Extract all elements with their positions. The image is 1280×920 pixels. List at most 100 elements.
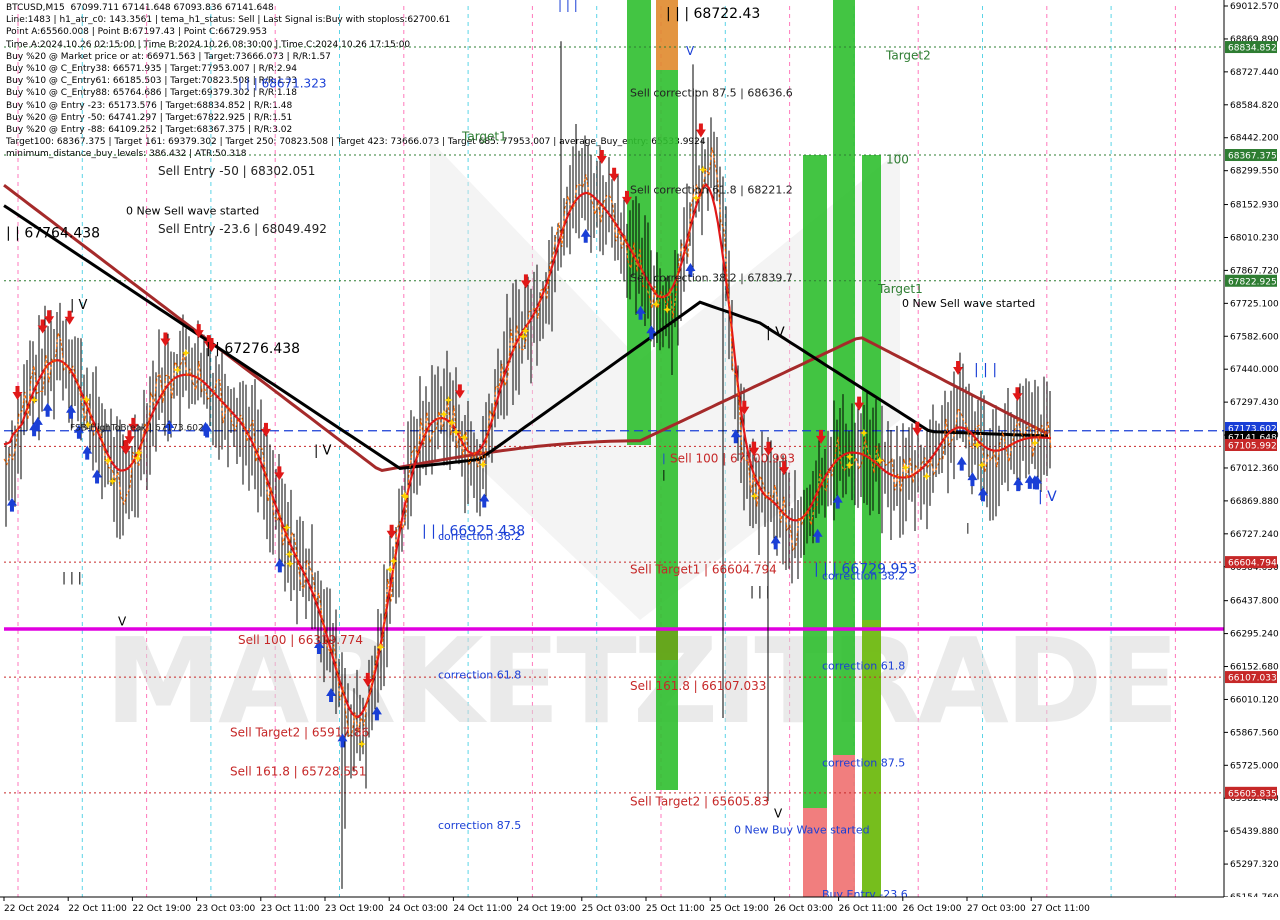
chart-annotation: | | 67764.438	[6, 226, 100, 242]
chart-annotation: Sell Entry -23.6 | 68049.492	[158, 222, 327, 236]
x-tick-label: 24 Oct 03:00	[389, 904, 448, 914]
buy-arrow	[977, 487, 988, 502]
sell-arrow	[596, 150, 607, 165]
x-tick-label: 22 Oct 11:00	[68, 904, 127, 914]
chart-annotation: Sell correction 61.8 | 68221.2	[630, 184, 793, 197]
sell-arrow	[695, 123, 706, 138]
y-tick-label: 68584.820	[1230, 101, 1279, 111]
chart-annotation: | | |	[62, 571, 82, 585]
y-tick-label: 65297.320	[1230, 860, 1279, 870]
price-badge-label: 68834.852	[1228, 44, 1277, 54]
chart-annotation: | | | 68671.323	[238, 76, 326, 90]
buy-arrow	[479, 493, 490, 508]
price-badge-label: 67105.992	[1228, 442, 1277, 452]
buy-arrow	[82, 445, 93, 460]
chart-annotation: Sell correction 87.5 | 68636.6	[630, 87, 793, 100]
y-tick-label: 67440.000	[1230, 365, 1279, 375]
chart-annotation: correction 61.8	[438, 669, 521, 682]
signal-star	[699, 165, 708, 174]
chart-annotation: | V	[70, 298, 88, 313]
y-tick-label: 65725.000	[1230, 761, 1279, 771]
price-badge-label: 65605.835	[1228, 789, 1277, 799]
chart-annotation: Sell 161.8 | 66107.033	[630, 679, 766, 693]
price-badge-label: 66604.794	[1228, 559, 1277, 569]
buy-arrow	[956, 456, 967, 471]
sell-arrow	[44, 310, 55, 325]
buy-arrow	[66, 404, 77, 419]
y-tick-label: 66727.240	[1230, 530, 1279, 540]
chart-annotation: V	[686, 44, 695, 58]
signal-star	[285, 550, 294, 559]
chart-annotation: 100	[886, 153, 909, 167]
chart-annotation: | V	[766, 325, 785, 341]
chart-annotation: Sell 100 | 67100.993	[670, 452, 795, 466]
x-tick-label: 23 Oct 19:00	[325, 904, 384, 914]
chart-annotation: Sell Entry -50 | 68302.051	[158, 164, 315, 178]
chart-annotation: 0 New Sell wave started	[902, 297, 1035, 310]
price-badge-label: 66107.033	[1228, 674, 1277, 684]
price-chart: MARKETZITRADE| | | 68722.43| | |V Target2…	[0, 0, 1280, 920]
chart-annotation: Target2	[885, 49, 931, 63]
x-tick-label: 26 Oct 11:00	[839, 904, 898, 914]
chart-annotation: | V	[1038, 489, 1057, 505]
x-tick-label: 25 Oct 19:00	[710, 904, 769, 914]
y-tick-label: 69012.570	[1230, 2, 1279, 12]
y-tick-label: 66010.120	[1230, 695, 1279, 705]
x-tick-label: 23 Oct 11:00	[261, 904, 320, 914]
buy-arrow	[274, 558, 285, 573]
x-tick-label: 26 Oct 03:00	[774, 904, 833, 914]
y-tick-label: 66152.680	[1230, 663, 1279, 673]
chart-annotation: V	[774, 806, 783, 820]
chart-annotation: |	[966, 521, 970, 534]
y-tick-label: 66437.800	[1230, 597, 1279, 607]
y-tick-label: 67725.100	[1230, 299, 1279, 309]
x-tick-label: 27 Oct 11:00	[1031, 904, 1090, 914]
chart-annotation: |	[662, 468, 666, 481]
signal-zone	[656, 630, 678, 660]
x-tick-label: 22 Oct 19:00	[132, 904, 191, 914]
chart-annotation: 0 New Buy Wave started	[734, 823, 870, 836]
chart-annotation: | | |	[974, 362, 997, 378]
y-tick-label: 65439.880	[1230, 827, 1279, 837]
chart-annotation: Sell 161.8 | 65728.551	[230, 765, 366, 779]
y-tick-label: 68442.200	[1230, 134, 1279, 144]
time-axis: 22 Oct 2024 22 Oct 11:00 22 Oct 19:00 23 Oc…	[0, 896, 1280, 920]
price-badge-label: 67822.925	[1228, 277, 1277, 287]
chart-annotation: correction 87.5	[822, 756, 905, 769]
y-tick-label: 66295.240	[1230, 630, 1279, 640]
chart-annotation: V	[118, 615, 127, 629]
x-tick-label: 24 Oct 11:00	[453, 904, 512, 914]
y-tick-label: 68010.230	[1230, 234, 1279, 244]
x-tick-label: 25 Oct 03:00	[582, 904, 641, 914]
sell-arrow	[1012, 387, 1023, 402]
chart-annotation: | | |	[750, 585, 770, 599]
sell-arrow	[386, 524, 397, 539]
y-tick-label: 65867.560	[1230, 728, 1279, 738]
buy-arrow	[92, 469, 103, 484]
x-tick-label: 22 Oct 2024	[4, 904, 60, 914]
x-tick-label: 24 Oct 19:00	[518, 904, 577, 914]
chart-annotation: correction 61.8	[822, 659, 905, 672]
sell-arrow	[160, 332, 171, 347]
y-tick-label: 67012.360	[1230, 464, 1279, 474]
price-axis: 69012.57068869.89068727.44068584.8206844…	[1223, 0, 1280, 920]
buy-arrow	[42, 402, 53, 417]
chart-annotation: 0 New Sell wave started	[126, 204, 259, 217]
chart-annotation: FSB-HighToBreak | 67173.602	[70, 423, 204, 433]
y-tick-label: 67297.430	[1230, 398, 1279, 408]
chart-annotation: | | | 68722.43	[666, 6, 760, 22]
chart-annotation: | V	[314, 444, 332, 459]
sell-arrow	[912, 421, 923, 436]
signal-star	[285, 559, 294, 568]
buy-arrow	[770, 535, 781, 550]
y-tick-label: 68152.930	[1230, 201, 1279, 211]
x-tick-label: 23 Oct 03:00	[197, 904, 256, 914]
chart-annotation: Sell Target2 | 65917.86	[230, 725, 369, 739]
y-tick-label: 66869.880	[1230, 497, 1279, 507]
chart-annotation: | | 67276.438	[206, 341, 300, 357]
chart-annotation: correction 38.2	[438, 530, 521, 543]
x-tick-label: 26 Oct 19:00	[903, 904, 962, 914]
signal-zone	[803, 808, 827, 897]
chart-annotation: Sell Target2 | 65605.83	[630, 795, 769, 809]
chart-annotation: correction 87.5	[438, 819, 521, 832]
